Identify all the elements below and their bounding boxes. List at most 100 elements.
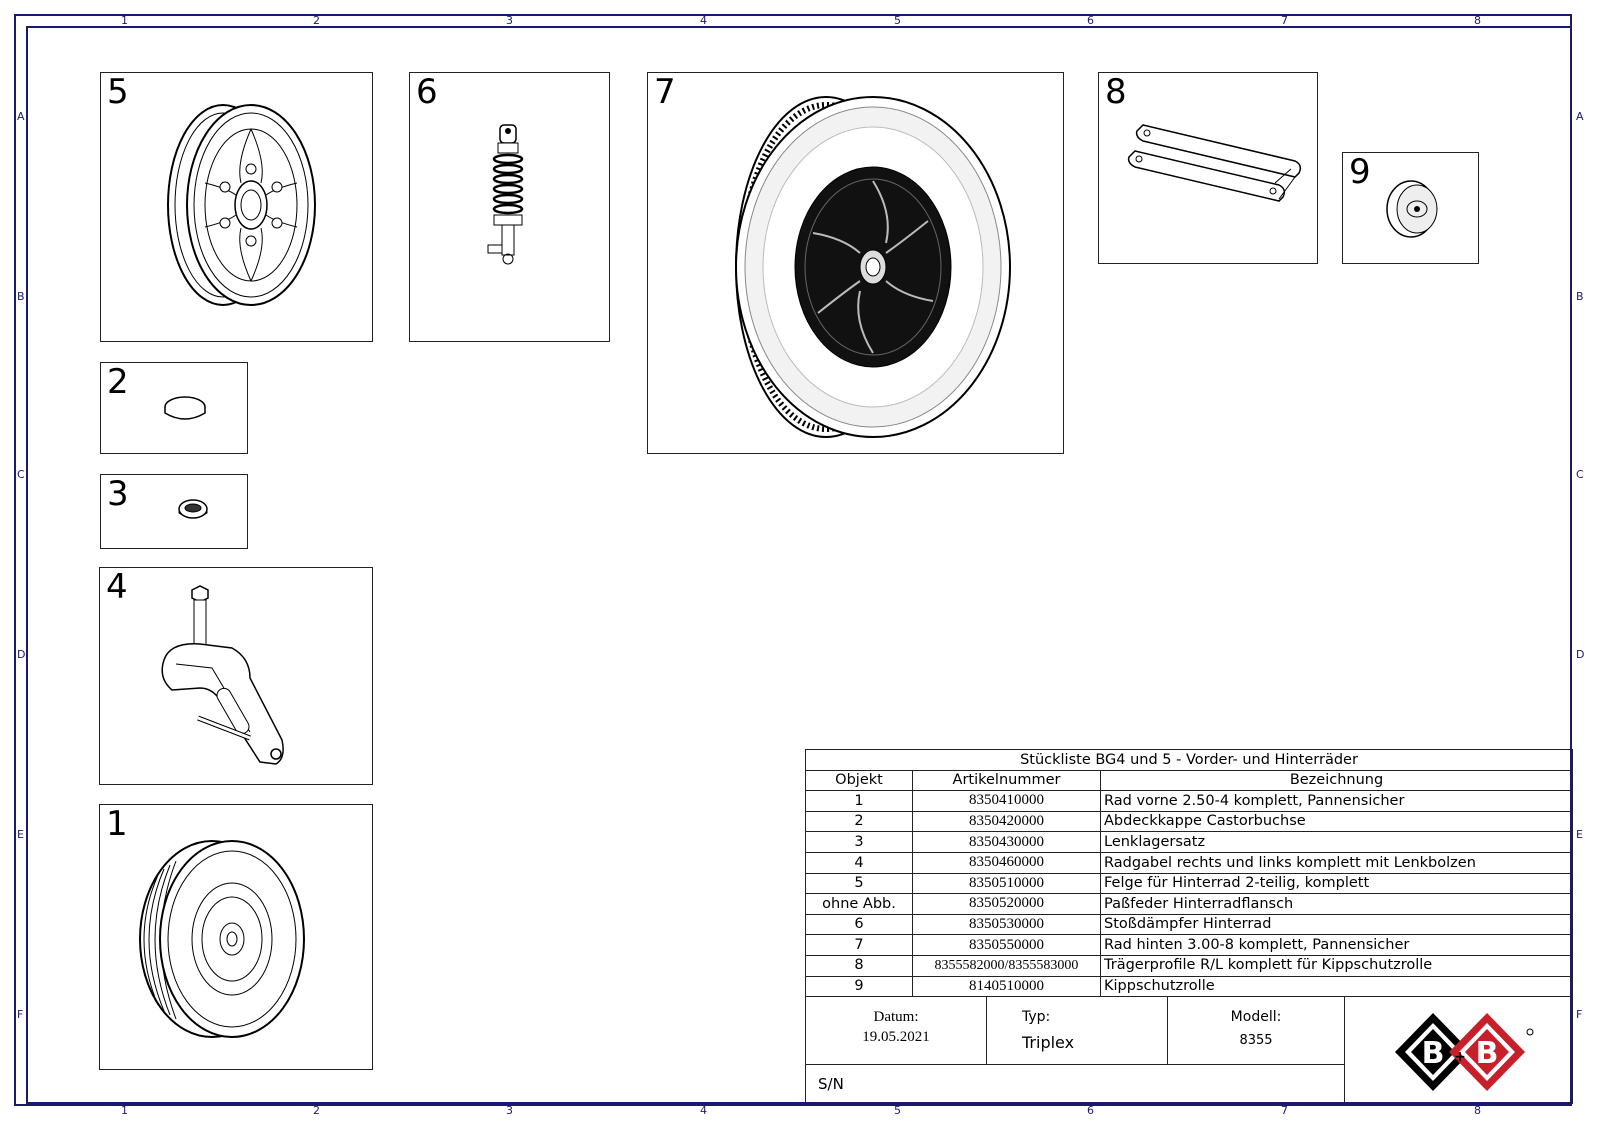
part-box-2: 2 (100, 362, 248, 454)
cell-artikelnummer: 8350530000 (912, 913, 1101, 936)
datum-value: 19.05.2021 (862, 1029, 930, 1045)
cell-bezeichnung: Rad vorne 2.50-4 komplett, Pannensicher (1100, 790, 1573, 812)
cell-bezeichnung: Trägerprofile R/L komplett für Kippschut… (1100, 954, 1573, 977)
zone-row-c-right: C (1576, 468, 1584, 481)
divider (1167, 997, 1168, 1064)
table-row: 9 8140510000 Kippschutzrolle (805, 975, 1573, 998)
zone-col-7: 7 (1281, 14, 1288, 27)
table-row: 5 8350510000 Felge für Hinterrad 2-teili… (805, 872, 1573, 895)
cell-objekt: 9 (805, 975, 913, 998)
logo-letter-right: B (1476, 1036, 1499, 1071)
cell-bezeichnung: Paßfeder Hinterradflansch (1100, 893, 1573, 915)
cell-artikelnummer: 8350520000 (912, 893, 1101, 915)
cell-artikelnummer: 8350550000 (912, 934, 1101, 956)
column-header-bezeichnung: Bezeichnung (1100, 769, 1573, 792)
typ-value: Triplex (1022, 1033, 1075, 1052)
zone-col-3: 3 (506, 14, 513, 27)
typ-label: Typ: (1022, 1009, 1051, 1025)
logo-letter-left: B (1422, 1036, 1445, 1071)
modell-value: 8355 (1239, 1033, 1273, 1048)
zone-col-3-bottom: 3 (506, 1104, 513, 1117)
zone-row-a-right: A (1576, 110, 1584, 123)
table-title-row: Stückliste BG4 und 5 - Vorder- und Hinte… (805, 749, 1573, 771)
cell-bezeichnung: Kippschutzrolle (1100, 975, 1573, 998)
zone-col-8: 8 (1474, 14, 1481, 27)
zone-row-e: E (17, 828, 24, 841)
zone-row-a: A (17, 110, 25, 123)
part-number: 8 (1105, 72, 1127, 112)
datum-label: Datum: (873, 1009, 919, 1025)
part-box-4: 4 (99, 567, 373, 785)
zone-col-2-bottom: 2 (313, 1104, 320, 1117)
cell-bezeichnung: Stoßdämpfer Hinterrad (1100, 913, 1573, 936)
cell-objekt: 2 (805, 810, 913, 833)
cell-objekt: 4 (805, 851, 913, 874)
front-wheel-illustration (139, 840, 305, 1038)
carrier-profile-illustration (1127, 124, 1302, 202)
title-block: Datum: 19.05.2021 Typ: Triplex Modell: 8… (805, 996, 1573, 1104)
cell-artikelnummer: 8140510000 (912, 975, 1101, 998)
zone-col-1: 1 (121, 14, 128, 27)
divider (986, 997, 987, 1064)
cell-artikelnummer: 8350410000 (912, 790, 1101, 812)
zone-col-4-bottom: 4 (700, 1104, 707, 1117)
part-number: 9 (1349, 152, 1371, 192)
part-box-6: 6 (409, 72, 610, 342)
cell-bezeichnung: Felge für Hinterrad 2-teilig, komplett (1100, 872, 1573, 895)
part-number: 5 (107, 72, 129, 112)
zone-col-5: 5 (894, 14, 901, 27)
cell-objekt: 1 (805, 790, 913, 812)
zone-row-c: C (17, 468, 25, 481)
cell-artikelnummer: 8350420000 (912, 810, 1101, 833)
modell-label: Modell: (1230, 1009, 1282, 1025)
zone-col-6: 6 (1087, 14, 1094, 27)
column-header-artikelnummer: Artikelnummer (912, 769, 1101, 792)
table-row: 2 8350420000 Abdeckkappe Castorbuchse (805, 810, 1573, 833)
rim-illustration (167, 104, 316, 306)
table-row: 7 8350550000 Rad hinten 3.00-8 komplett,… (805, 934, 1573, 956)
part-number: 1 (106, 804, 128, 844)
part-box-7: 7 (647, 72, 1064, 454)
part-number: 4 (106, 567, 128, 607)
zone-row-f: F (17, 1008, 24, 1021)
cell-bezeichnung: Abdeckkappe Castorbuchse (1100, 810, 1573, 833)
cell-objekt: 6 (805, 913, 913, 936)
zone-col-4: 4 (700, 14, 707, 27)
zone-row-d: D (17, 648, 26, 661)
parts-list-table: Stückliste BG4 und 5 - Vorder- und Hinte… (805, 749, 1573, 998)
cell-objekt: 7 (805, 934, 913, 956)
part-box-9: 9 (1342, 152, 1479, 264)
zone-col-7-bottom: 7 (1281, 1104, 1288, 1117)
cell-objekt: 5 (805, 872, 913, 895)
table-title: Stückliste BG4 und 5 - Vorder- und Hinte… (805, 749, 1573, 771)
part-number: 6 (416, 72, 438, 112)
part-box-3: 3 (100, 474, 248, 549)
table-row: ohne Abb. 8350520000 Paßfeder Hinterradf… (805, 893, 1573, 915)
part-box-5: 5 (100, 72, 373, 342)
zone-col-8-bottom: 8 (1474, 1104, 1481, 1117)
logo-plus: + (1454, 1049, 1466, 1065)
cell-objekt: 8 (805, 954, 913, 977)
zone-row-b: B (17, 290, 25, 303)
part-number: 7 (654, 72, 676, 112)
shock-absorber-illustration (487, 124, 524, 265)
part-number: 3 (107, 474, 129, 514)
zone-col-6-bottom: 6 (1087, 1104, 1094, 1117)
table-row: 8 8355582000/8355583000 Trägerprofile R/… (805, 954, 1573, 977)
cell-bezeichnung: Rad hinten 3.00-8 komplett, Pannensicher (1100, 934, 1573, 956)
zone-row-d-right: D (1576, 648, 1585, 661)
rear-wheel-illustration (735, 96, 1011, 438)
serial-number-label: S/N (818, 1075, 844, 1093)
table-row: 6 8350530000 Stoßdämpfer Hinterrad (805, 913, 1573, 936)
table-row: 1 8350410000 Rad vorne 2.50-4 komplett, … (805, 790, 1573, 812)
cell-objekt: ohne Abb. (805, 893, 913, 915)
zone-col-2: 2 (313, 14, 320, 27)
cell-bezeichnung: Radgabel rechts und links komplett mit L… (1100, 851, 1573, 874)
part-box-1: 1 (99, 804, 373, 1070)
part-number: 2 (107, 362, 129, 402)
cell-bezeichnung: Lenklagersatz (1100, 831, 1573, 853)
cell-objekt: 3 (805, 831, 913, 853)
zone-row-b-right: B (1576, 290, 1584, 303)
zone-row-f-right: F (1576, 1008, 1583, 1021)
zone-col-1-bottom: 1 (121, 1104, 128, 1117)
